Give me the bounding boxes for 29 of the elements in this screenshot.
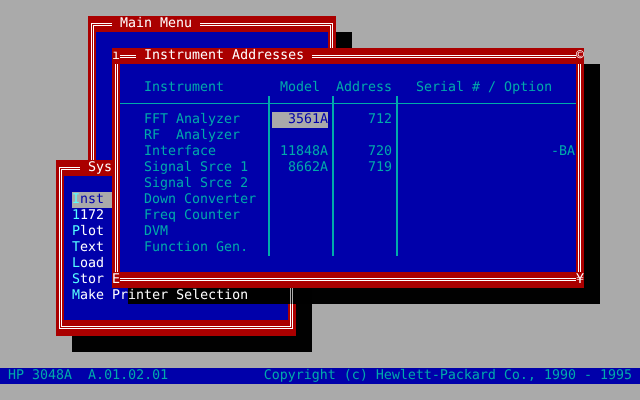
menu-item[interactable]: Load [72,256,112,272]
table-cell: 719 [368,160,392,175]
column-header: Address [334,80,394,96]
table-cell-text: Freq Counter [144,208,242,224]
table-cell-text: RF Analyzer [144,128,242,144]
copyright-text: Copyright (c) Hewlett-Packard Co., 1990 - 1995 [264,368,632,384]
table-cell: -BA [550,144,575,159]
table-cell-text: Signal Srce 1 [144,160,250,176]
column-header: Serial # / Option [415,80,554,96]
column-header: Instrument [144,80,226,96]
table-cell-text: Function Gen. [144,240,250,256]
table-cell-text: Down Converter [144,192,258,208]
menu-item[interactable]: Plot [72,224,112,240]
menu-item[interactable]: Text [72,240,112,256]
version-label: HP 3048A A.01.02.01 [8,368,168,384]
menu-item[interactable]: Stor [72,272,112,288]
table-cell[interactable]: 3561A [272,112,328,128]
table-cell[interactable]: 8662A [272,160,328,176]
menu-item[interactable]: Inst [72,192,112,208]
table-cell[interactable]: 11848A [272,144,328,160]
table-cell-text: Signal Srce 2 [144,176,250,192]
table-cell-text: FFT Analyzer [144,112,242,128]
corner-mark: © [576,48,584,64]
column-header: Model [278,80,322,96]
menu-item[interactable]: 1172 [72,208,112,224]
table-cell-text: Interface [144,144,218,160]
table-cell-text: DVM [144,224,170,240]
table-cell: 712 [368,112,392,127]
table-cell: 720 [368,144,392,159]
